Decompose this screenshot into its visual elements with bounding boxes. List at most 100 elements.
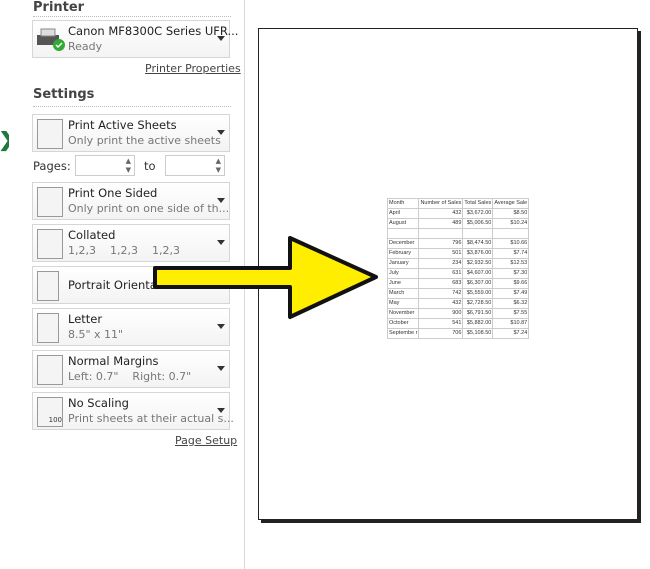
sides-select[interactable]: Print One Sided Only print on one side of… <box>32 182 230 220</box>
excel-logo-icon: X <box>0 128 9 156</box>
collated-icon <box>37 229 63 259</box>
table-cell <box>462 228 494 239</box>
printer-name: Canon MF8300C Series UFR... <box>68 24 239 38</box>
table-cell: $3,672.00 <box>462 208 494 219</box>
one-sided-icon <box>37 187 63 217</box>
table-row: March 742 $5,559.00 $7.49 <box>386 288 530 299</box>
table-cell: $10.87 <box>492 318 530 329</box>
table-cell: May <box>386 298 420 309</box>
pages-from-input[interactable]: ▲ ▼ <box>75 155 135 176</box>
table-cell: $7.55 <box>492 308 530 319</box>
portrait-icon <box>37 271 59 301</box>
arrow-shape <box>153 236 378 319</box>
table-cell: $5,006.50 <box>462 218 494 229</box>
table-cell: 234 <box>418 258 464 269</box>
table-cell: 706 <box>418 328 464 339</box>
table-cell: $5,559.00 <box>462 288 494 299</box>
table-cell: $9.66 <box>492 278 530 289</box>
scaling-select[interactable]: 100 No Scaling Print sheets at their actua… <box>32 392 234 430</box>
table-cell <box>386 228 420 239</box>
table-cell: October <box>386 318 420 329</box>
table-cell: 683 <box>418 278 464 289</box>
sheets-icon <box>37 119 63 149</box>
table-row: Septembe r 706 $5,108.50 $7.24 <box>386 328 530 339</box>
option-sub: Left: 0.7" Right: 0.7" <box>68 370 192 383</box>
printer-status: Ready <box>68 40 103 53</box>
margins-select[interactable]: Normal Margins Left: 0.7" Right: 0.7" <box>32 350 230 388</box>
option-title: Collated <box>68 228 116 242</box>
table-header-row: Month Number of Sales Total Sales Average S… <box>386 198 530 209</box>
table-row: November 900 $6,791.50 $7.55 <box>386 308 530 319</box>
table-cell: 432 <box>418 298 464 309</box>
table-cell: January <box>386 258 420 269</box>
table-cell: $7.49 <box>492 288 530 299</box>
table-cell: 796 <box>418 238 464 249</box>
to-label: to <box>144 159 156 173</box>
table-row <box>386 228 530 239</box>
table-cell: $7.30 <box>492 268 530 279</box>
table-cell: December <box>386 238 420 249</box>
option-title: No Scaling <box>68 396 129 410</box>
table-cell: 432 <box>418 208 464 219</box>
table-row: October 541 $5,882.00 $10.87 <box>386 318 530 329</box>
option-sub: Print sheets at their actual s... <box>68 412 234 425</box>
table-cell: $5,108.50 <box>462 328 494 339</box>
table-cell: $3,876.00 <box>462 248 494 259</box>
table-cell: 489 <box>418 218 464 229</box>
table-cell: August <box>386 218 420 229</box>
table-cell: $6,307.00 <box>462 278 494 289</box>
table-cell: Total Sales <box>462 198 494 209</box>
table-cell <box>418 228 464 239</box>
page-setup-link[interactable]: Page Setup <box>175 434 237 447</box>
table-cell: 631 <box>418 268 464 279</box>
table-cell: Septembe r <box>386 328 420 339</box>
printer-properties-link[interactable]: Printer Properties <box>145 62 241 75</box>
table-cell: Month <box>386 198 420 209</box>
yellow-arrow-annotation <box>153 236 378 319</box>
table-row: June 683 $6,307.00 $9.66 <box>386 278 530 289</box>
settings-heading: Settings <box>33 87 95 102</box>
table-cell: Number of Sales <box>418 198 464 209</box>
table-cell: $2,932.50 <box>462 258 494 269</box>
chevron-down-icon <box>217 130 225 135</box>
chevron-down-icon <box>217 366 225 371</box>
letter-icon <box>37 313 59 343</box>
table-cell: February <box>386 248 420 259</box>
table-cell: $5,882.00 <box>462 318 494 329</box>
option-title: Normal Margins <box>68 354 159 368</box>
option-sub: 8.5" x 11" <box>68 328 124 341</box>
table-cell: $6,791.50 <box>462 308 494 319</box>
chevron-down-icon <box>217 198 225 203</box>
table-row: December 796 $8,474.50 $10.66 <box>386 238 530 249</box>
table-cell: July <box>386 268 420 279</box>
table-cell: April <box>386 208 420 219</box>
table-cell: 742 <box>418 288 464 299</box>
table-cell: $12.53 <box>492 258 530 269</box>
table-row: February 501 $3,876.00 $7.74 <box>386 248 530 259</box>
printer-select[interactable]: Canon MF8300C Series UFR... Ready <box>32 20 238 58</box>
table-cell: $10.24 <box>492 218 530 229</box>
table-row: August 489 $5,006.50 $10.24 <box>386 218 530 229</box>
table-cell: June <box>386 278 420 289</box>
pages-to-input[interactable]: ▲ ▼ <box>165 155 225 176</box>
table-cell <box>492 228 530 239</box>
option-sub: Only print the active sheets <box>68 134 221 147</box>
table-cell: $7.74 <box>492 248 530 259</box>
table-cell: $8.50 <box>492 208 530 219</box>
printer-icon <box>37 25 65 55</box>
table-cell: Average Sale <box>492 198 530 209</box>
table-row: January 234 $2,932.50 $12.53 <box>386 258 530 269</box>
chevron-down-icon <box>217 36 225 41</box>
chevron-down-icon <box>217 408 225 413</box>
table-row: July 631 $4,607.00 $7.30 <box>386 268 530 279</box>
option-sub: Only print on one side of th... <box>68 202 230 215</box>
pages-label: Pages: <box>33 159 71 173</box>
table-cell: $6.32 <box>492 298 530 309</box>
divider <box>33 106 231 107</box>
print-what-select[interactable]: Print Active Sheets Only print the active… <box>32 114 230 152</box>
table-cell: 541 <box>418 318 464 329</box>
table-cell: November <box>386 308 420 319</box>
option-title: Print Active Sheets <box>68 118 177 132</box>
table-cell: 501 <box>418 248 464 259</box>
table-cell: $8,474.50 <box>462 238 494 249</box>
